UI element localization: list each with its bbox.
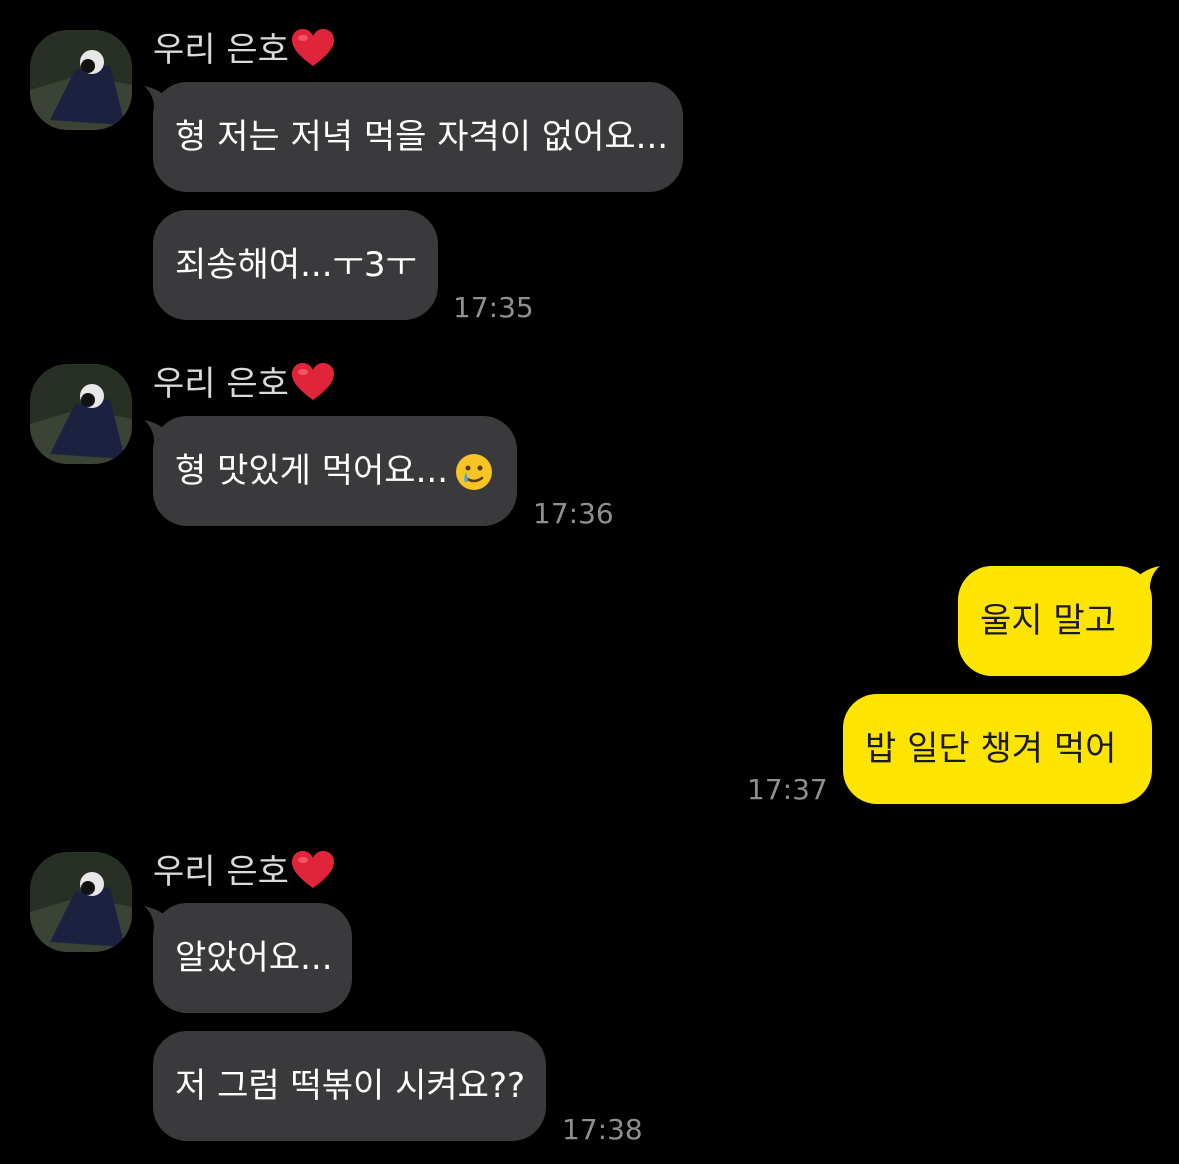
timestamp: 17:35 xyxy=(453,291,534,324)
avatar[interactable] xyxy=(30,30,132,130)
sender-name: 우리 은호 xyxy=(153,28,335,77)
message-text: 형 저는 저녁 먹을 자격이 없어요... xyxy=(175,117,669,157)
sender-name-text: 우리 은호 xyxy=(153,30,289,70)
message-bubble[interactable]: 알았어요... xyxy=(153,903,352,1013)
message-bubble[interactable]: 밥 일단 챙겨 먹어 xyxy=(843,694,1152,804)
message-bubble[interactable]: 저 그럼 떡볶이 시켜요?? xyxy=(153,1031,546,1141)
red-heart-icon xyxy=(291,362,335,411)
red-heart-icon xyxy=(291,850,335,899)
timestamp: 17:38 xyxy=(562,1113,643,1146)
message-text: 울지 말고 xyxy=(980,601,1116,641)
avatar[interactable] xyxy=(30,852,132,952)
message-text: 알았어요... xyxy=(175,938,333,978)
sender-name: 우리 은호 xyxy=(153,850,335,899)
message-bubble[interactable]: 형 맛있게 먹어요... xyxy=(153,416,517,526)
message-bubble[interactable]: 죄송해여...ㅜ3ㅜ xyxy=(153,210,438,320)
sender-name-text: 우리 은호 xyxy=(153,852,289,892)
message-text: 저 그럼 떡볶이 시켜요?? xyxy=(175,1066,526,1106)
sender-name-text: 우리 은호 xyxy=(153,364,289,404)
message-text: 죄송해여...ㅜ3ㅜ xyxy=(175,245,417,285)
red-heart-icon xyxy=(291,28,335,77)
message-bubble[interactable]: 형 저는 저녁 먹을 자격이 없어요... xyxy=(153,82,683,192)
timestamp: 17:37 xyxy=(747,773,828,806)
message-text: 형 맛있게 먹어요... xyxy=(175,451,448,491)
sender-name: 우리 은호 xyxy=(153,362,335,411)
message-bubble[interactable]: 울지 말고 xyxy=(958,566,1152,676)
profile-photo xyxy=(30,30,132,130)
timestamp: 17:36 xyxy=(533,497,614,530)
profile-photo xyxy=(30,852,132,952)
smiling-face-with-tear-icon xyxy=(454,426,494,536)
profile-photo xyxy=(30,364,132,464)
message-text: 밥 일단 챙겨 먹어 xyxy=(865,729,1117,769)
avatar[interactable] xyxy=(30,364,132,464)
